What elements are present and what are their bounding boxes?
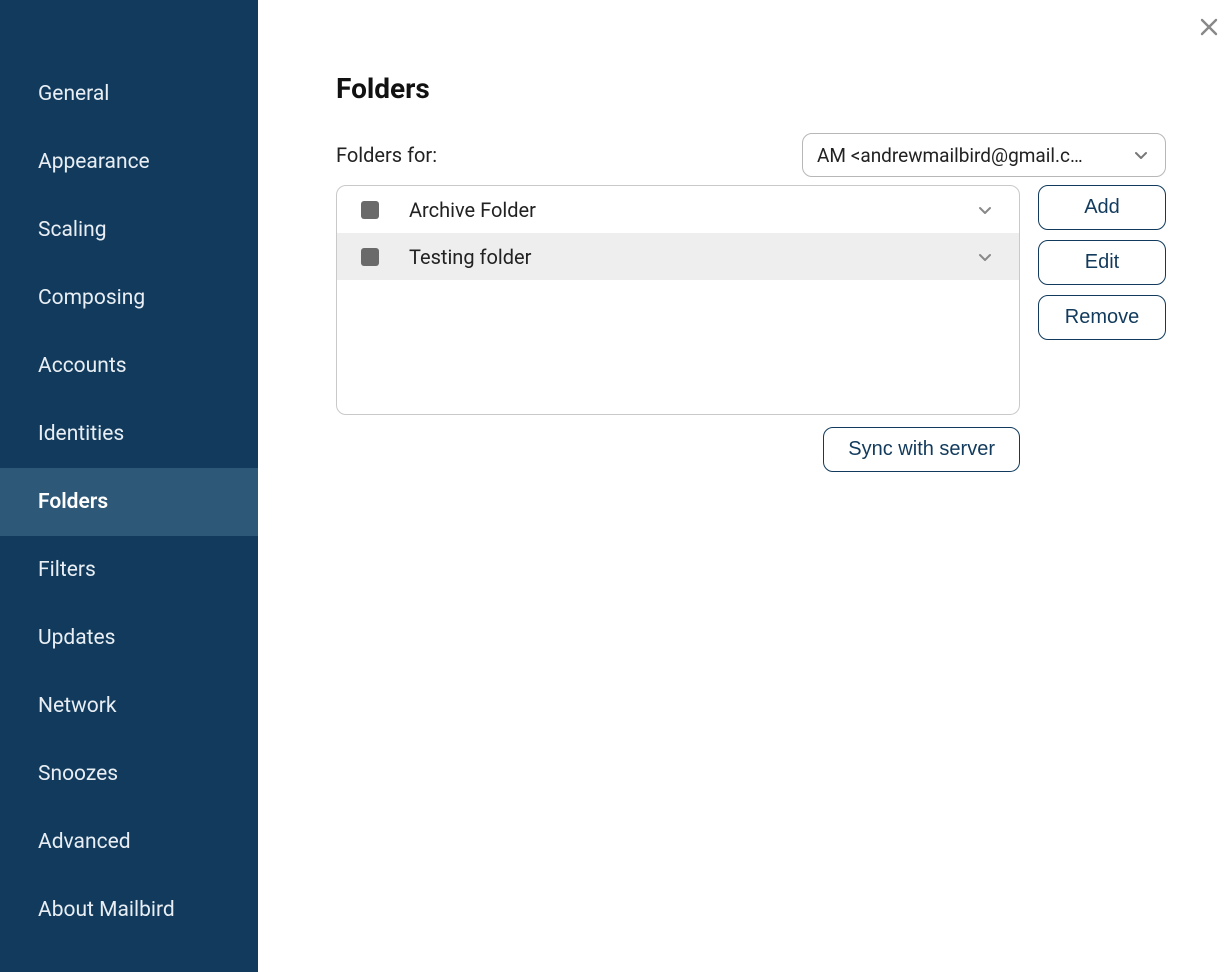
sync-button[interactable]: Sync with server bbox=[823, 427, 1020, 472]
chevron-down-icon bbox=[975, 200, 995, 220]
main-panel: Folders Folders for: AM <andrewmailbird@… bbox=[258, 0, 1227, 972]
sidebar-item-advanced[interactable]: Advanced bbox=[0, 808, 258, 876]
sidebar-item-network[interactable]: Network bbox=[0, 672, 258, 740]
folder-row-archive[interactable]: Archive Folder bbox=[337, 186, 1019, 233]
account-select-value: AM <andrewmailbird@gmail.c… bbox=[817, 144, 1083, 167]
folder-icon bbox=[361, 248, 379, 266]
folder-name: Testing folder bbox=[409, 245, 975, 269]
sidebar-item-folders[interactable]: Folders bbox=[0, 468, 258, 536]
account-select[interactable]: AM <andrewmailbird@gmail.c… bbox=[802, 133, 1166, 177]
settings-sidebar: General Appearance Scaling Composing Acc… bbox=[0, 0, 258, 972]
folder-name: Archive Folder bbox=[409, 198, 975, 222]
action-buttons: Add Edit Remove bbox=[1038, 185, 1166, 340]
sidebar-item-accounts[interactable]: Accounts bbox=[0, 332, 258, 400]
folders-for-row: Folders for: AM <andrewmailbird@gmail.c… bbox=[336, 133, 1166, 177]
folder-list: Archive Folder Testing folder bbox=[336, 185, 1020, 415]
close-icon bbox=[1200, 18, 1218, 36]
sidebar-item-filters[interactable]: Filters bbox=[0, 536, 258, 604]
sidebar-item-appearance[interactable]: Appearance bbox=[0, 128, 258, 196]
add-button[interactable]: Add bbox=[1038, 185, 1166, 230]
close-button[interactable] bbox=[1200, 18, 1218, 40]
sidebar-item-identities[interactable]: Identities bbox=[0, 400, 258, 468]
folders-for-label: Folders for: bbox=[336, 143, 437, 167]
sidebar-item-scaling[interactable]: Scaling bbox=[0, 196, 258, 264]
sidebar-item-composing[interactable]: Composing bbox=[0, 264, 258, 332]
folder-icon bbox=[361, 201, 379, 219]
sidebar-item-about[interactable]: About Mailbird bbox=[0, 876, 258, 944]
chevron-down-icon bbox=[1131, 145, 1151, 165]
remove-button[interactable]: Remove bbox=[1038, 295, 1166, 340]
chevron-down-icon bbox=[975, 247, 995, 267]
sidebar-item-updates[interactable]: Updates bbox=[0, 604, 258, 672]
edit-button[interactable]: Edit bbox=[1038, 240, 1166, 285]
folder-row-testing[interactable]: Testing folder bbox=[337, 233, 1019, 280]
page-title: Folders bbox=[336, 72, 1166, 105]
sidebar-item-general[interactable]: General bbox=[0, 60, 258, 128]
sidebar-item-snoozes[interactable]: Snoozes bbox=[0, 740, 258, 808]
